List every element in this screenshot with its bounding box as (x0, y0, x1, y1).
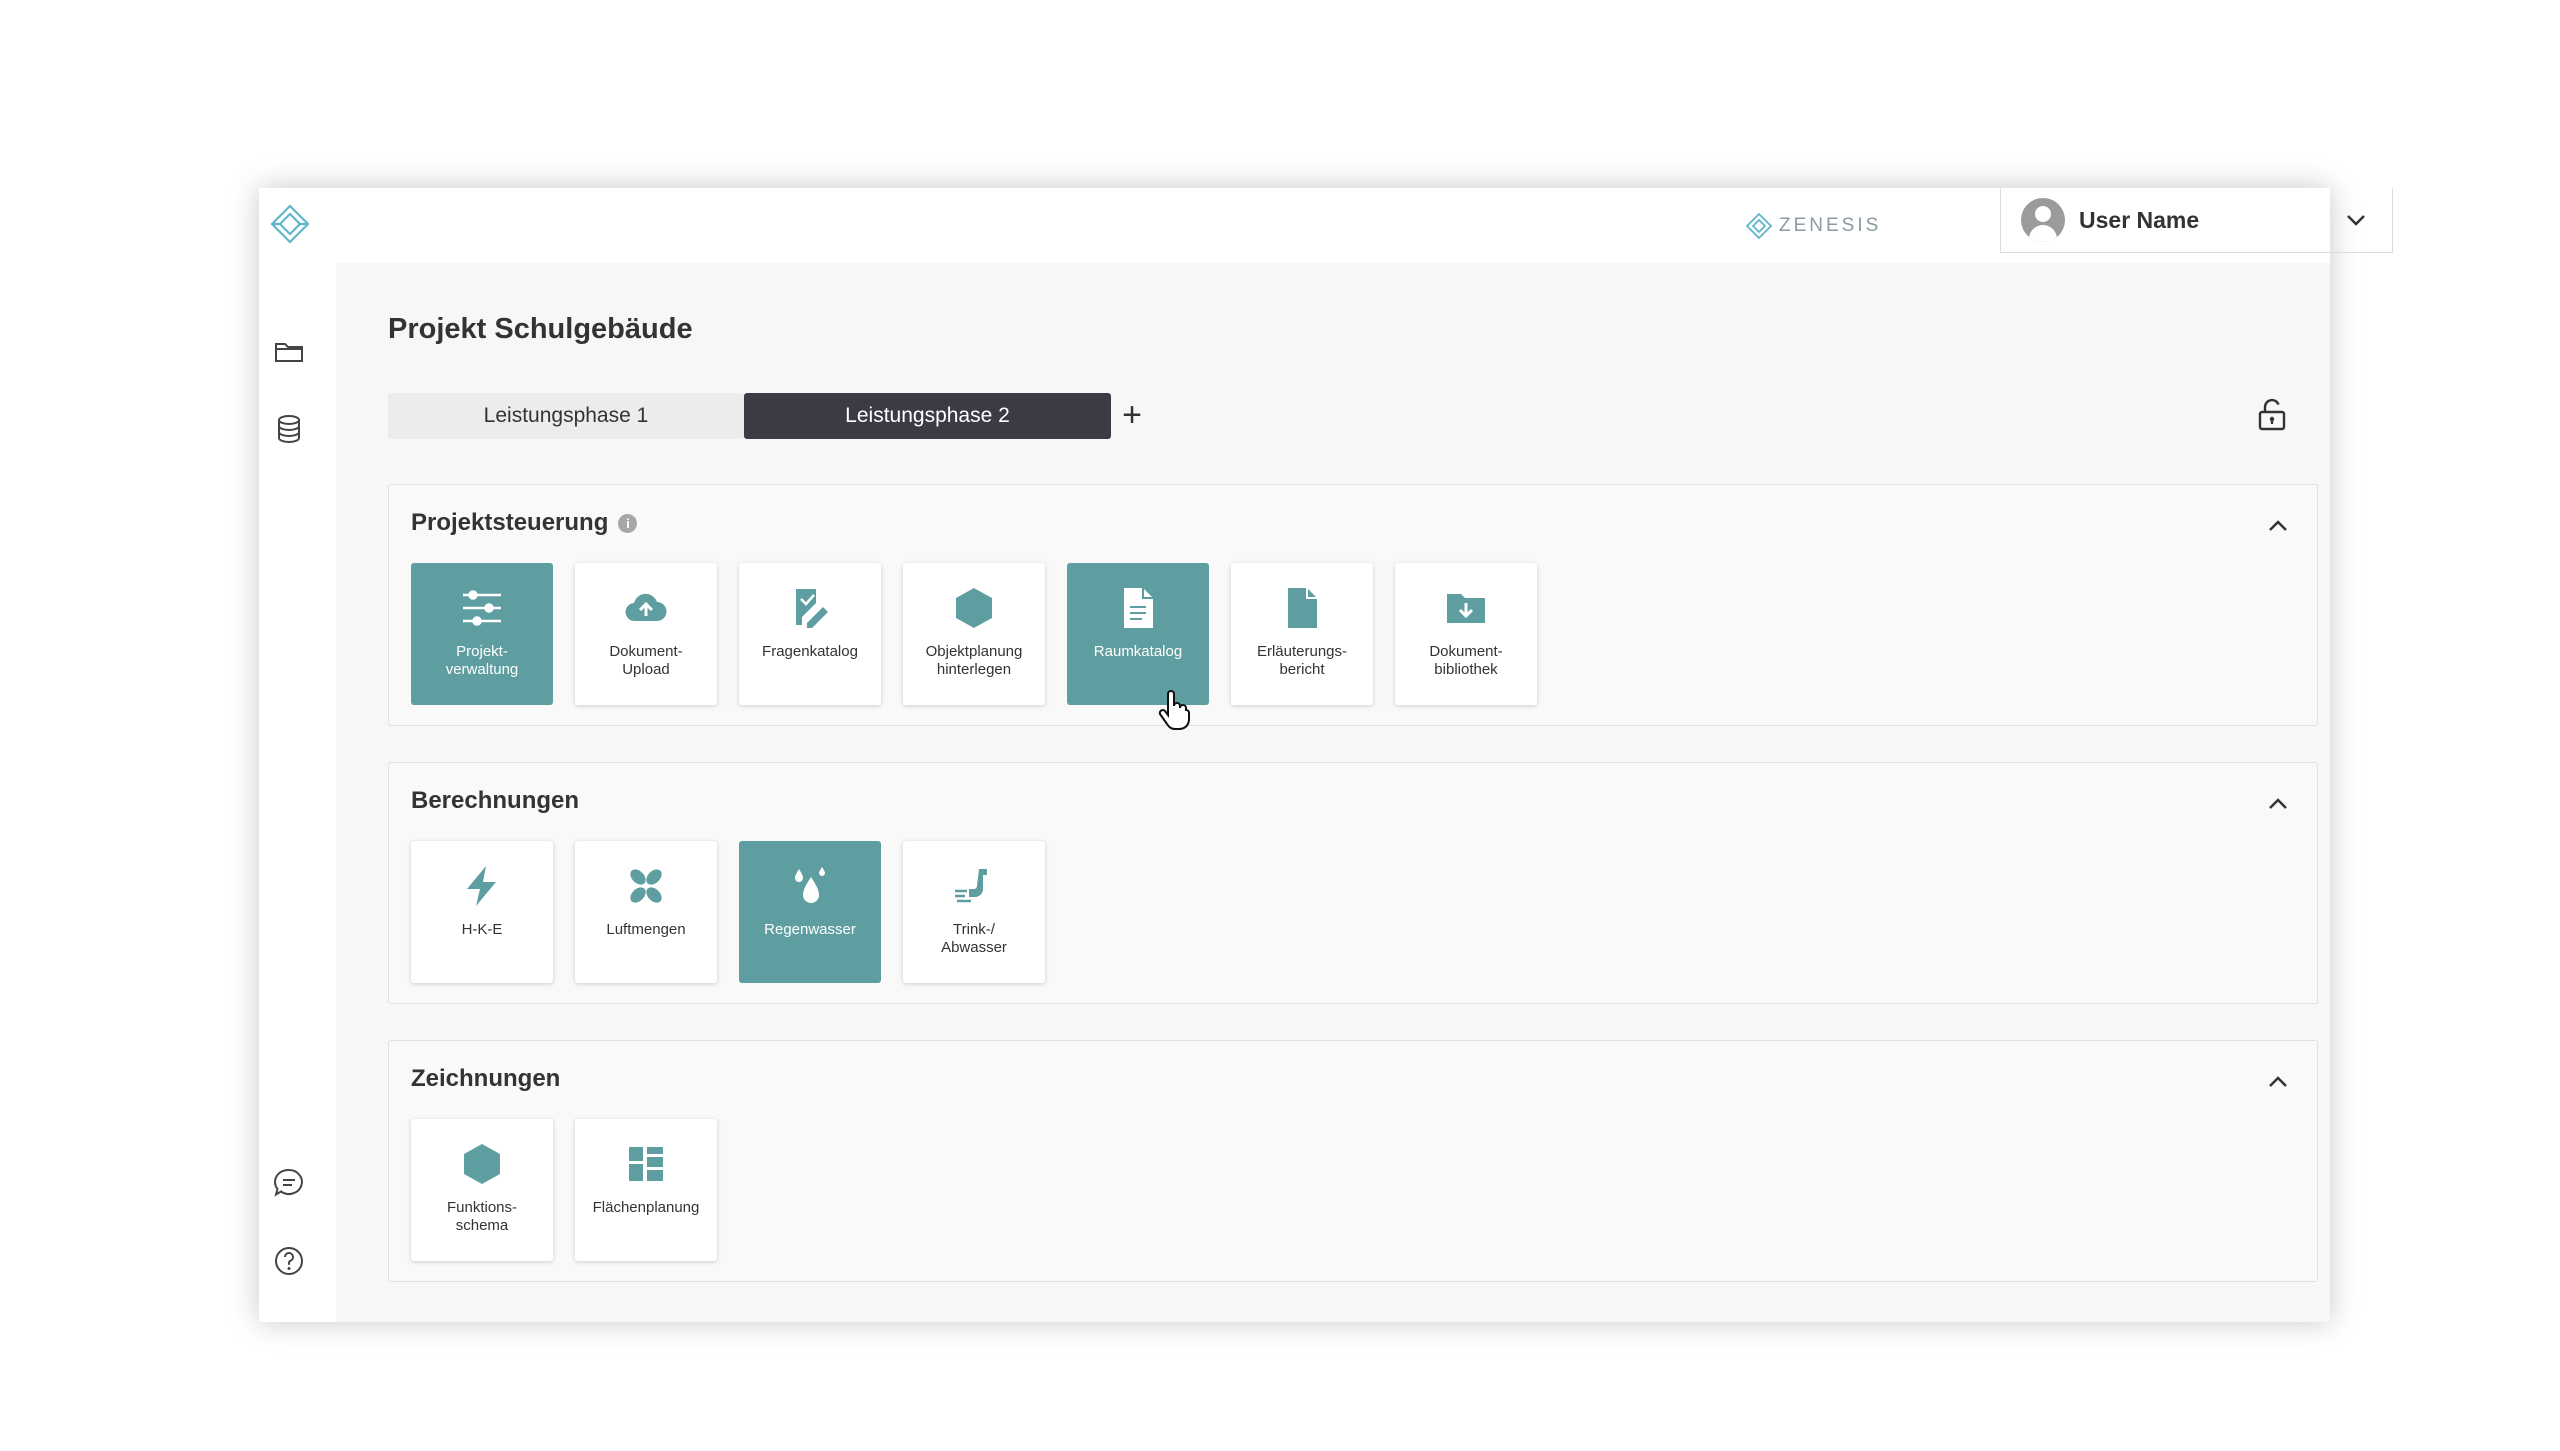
left-navigation (259, 188, 336, 1322)
app-logo-icon[interactable] (268, 202, 312, 246)
card-label: Erläuterungs- bericht (1256, 643, 1348, 678)
card-label: Trink-/ Abwasser (941, 921, 1007, 956)
avatar (2021, 198, 2065, 242)
phase-tabs: Leistungsphase 1 Leistungsphase 2 (388, 393, 1111, 439)
section-title: Berechnungen (411, 787, 580, 814)
document-icon (1124, 588, 1153, 628)
section-zeichnungen: Zeichnungen Funktions- schema Flächenpla… (388, 1040, 2318, 1282)
sliders-icon (463, 590, 501, 626)
main-content: Projekt Schulgebäude Leistungsphase 1 Le… (336, 263, 2330, 1322)
section-title: Projektsteuerung (411, 509, 609, 536)
section-berechnungen: Berechnungen H-K-E Luftmengen Regenwasse… (388, 762, 2318, 1004)
hexagon-icon (956, 588, 992, 628)
brand-logo: ZENESIS (1745, 206, 1881, 246)
hand-cursor-icon (1158, 690, 1190, 730)
pipe-icon (955, 869, 987, 903)
card-hke[interactable]: H-K-E (411, 841, 553, 983)
card-funktionsschema[interactable]: Funktions- schema (411, 1119, 553, 1261)
chevron-up-icon[interactable] (2263, 789, 2293, 819)
file-icon (1288, 588, 1317, 628)
card-label: Objektplanung hinterlegen (925, 643, 1023, 678)
card-label: H-K-E (461, 921, 503, 938)
add-tab-button[interactable]: + (1111, 395, 1153, 437)
card-erlaeuterungsbericht[interactable]: Erläuterungs- bericht (1231, 563, 1373, 705)
section-title: Zeichnungen (411, 1065, 561, 1092)
fan-icon (630, 869, 662, 903)
water-drops-icon (795, 867, 825, 903)
card-regenwasser[interactable]: Regenwasser (739, 841, 881, 983)
card-label: Raumkatalog (1093, 643, 1183, 660)
card-fragenkatalog[interactable]: Fragenkatalog (739, 563, 881, 705)
app-window: ZENESIS User Name Projekt Schulgebäude L… (259, 188, 2393, 1322)
card-list: Projekt- verwaltung Dokument- Upload Fra… (411, 563, 1537, 705)
chevron-up-icon[interactable] (2263, 1067, 2293, 1097)
chat-icon[interactable] (272, 1166, 306, 1200)
help-icon[interactable] (272, 1244, 306, 1278)
folder-download-icon (1447, 594, 1485, 623)
section-projektsteuerung: Projektsteuerung i Projekt- verwaltung D… (388, 484, 2318, 726)
card-luftmengen[interactable]: Luftmengen (575, 841, 717, 983)
card-label: Regenwasser (764, 921, 856, 938)
unlock-icon[interactable] (2254, 397, 2290, 433)
card-projektverwaltung[interactable]: Projekt- verwaltung (411, 563, 553, 705)
card-flaechenplanung[interactable]: Flächenplanung (575, 1119, 717, 1261)
chevron-up-icon[interactable] (2263, 511, 2293, 541)
edit-document-icon (796, 589, 828, 628)
folder-icon[interactable] (272, 335, 306, 369)
card-dokument-upload[interactable]: Dokument- Upload (575, 563, 717, 705)
floorplan-icon (629, 1147, 663, 1181)
top-bar: ZENESIS User Name (336, 188, 2393, 263)
card-trink-abwasser[interactable]: Trink-/ Abwasser (903, 841, 1045, 983)
database-icon[interactable] (272, 412, 306, 446)
info-icon[interactable]: i (618, 513, 638, 533)
user-name: User Name (2079, 206, 2200, 233)
card-label: Flächenplanung (592, 1199, 700, 1216)
brand-diamond-icon (1745, 212, 1773, 240)
card-objektplanung[interactable]: Objektplanung hinterlegen (903, 563, 1045, 705)
card-dokumentbibliothek[interactable]: Dokument- bibliothek (1395, 563, 1537, 705)
card-label: Dokument- Upload (609, 643, 683, 678)
card-label: Fragenkatalog (762, 643, 858, 660)
user-menu[interactable]: User Name (2000, 188, 2393, 253)
card-label: Dokument- bibliothek (1429, 643, 1503, 678)
card-list: H-K-E Luftmengen Regenwasser Trink-/ Abw… (411, 841, 1045, 983)
cloud-upload-icon (625, 593, 667, 622)
bolt-icon (467, 866, 496, 906)
card-label: Projekt- verwaltung (445, 643, 519, 678)
chevron-down-icon[interactable] (2342, 206, 2370, 234)
card-label: Luftmengen (606, 921, 686, 938)
card-raumkatalog[interactable]: Raumkatalog (1067, 563, 1209, 705)
page-title: Projekt Schulgebäude (388, 313, 693, 345)
tab-leistungsphase-2[interactable]: Leistungsphase 2 (744, 393, 1111, 439)
card-label: Funktions- schema (446, 1199, 518, 1234)
brand-name: ZENESIS (1779, 215, 1882, 236)
card-list: Funktions- schema Flächenplanung (411, 1119, 717, 1261)
tab-leistungsphase-1[interactable]: Leistungsphase 1 (388, 393, 744, 439)
hexagon-icon (464, 1144, 500, 1184)
